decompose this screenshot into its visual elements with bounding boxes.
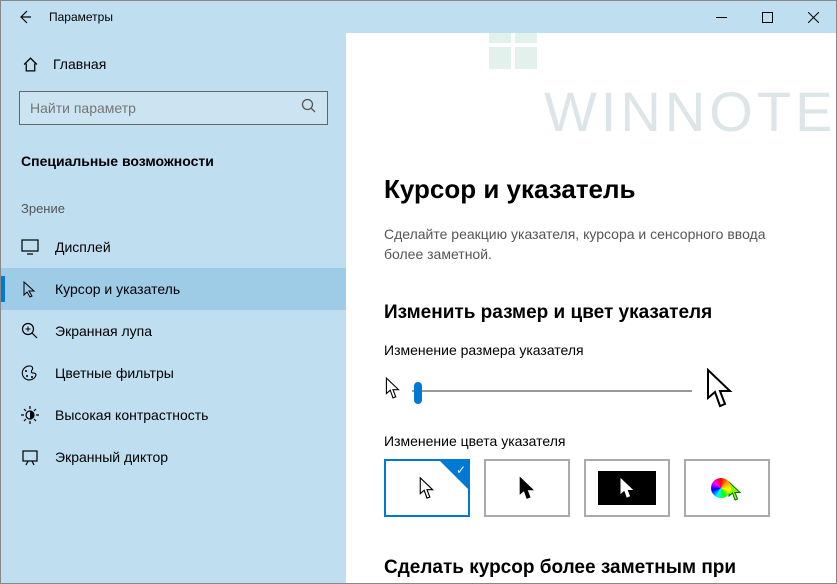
home-link[interactable]: Главная <box>1 45 346 83</box>
pointer-large-icon <box>702 368 738 413</box>
sidebar-item-label: Курсор и указатель <box>55 281 180 297</box>
magnifier-icon <box>21 322 39 340</box>
sidebar-item-label: Экранный диктор <box>55 449 168 465</box>
sidebar: Главная Специальные возможности Зрение Д… <box>1 33 346 583</box>
pointer-small-icon <box>384 377 402 404</box>
sidebar-item-colorfilters[interactable]: Цветные фильтры <box>1 352 346 394</box>
watermark-text: WINNOTE.RU <box>544 79 836 144</box>
sidebar-item-label: Цветные фильтры <box>55 365 174 381</box>
sidebar-item-narrator[interactable]: Экранный диктор <box>1 436 346 478</box>
search-input[interactable] <box>30 100 270 116</box>
main-content: WINNOTE.RU Курсор и указатель Сделайте р… <box>346 33 836 583</box>
sidebar-item-label: Высокая контрастность <box>55 407 208 423</box>
window-title: Параметры <box>49 10 113 24</box>
watermark-logo <box>489 33 537 69</box>
section-title: Изменить размер и цвет указателя <box>384 302 798 324</box>
window-controls <box>698 1 836 33</box>
search-box[interactable] <box>19 91 328 125</box>
sidebar-item-label: Дисплей <box>55 239 111 255</box>
narrator-icon <box>21 448 39 466</box>
display-icon <box>21 238 39 256</box>
back-button[interactable] <box>1 1 49 33</box>
sidebar-item-highcontrast[interactable]: Высокая контрастность <box>1 394 346 436</box>
pointer-color-white[interactable] <box>384 459 470 517</box>
close-button[interactable] <box>790 1 836 33</box>
pointer-color-custom[interactable] <box>684 459 770 517</box>
pointer-size-label: Изменение размера указателя <box>384 342 798 358</box>
page-description: Сделайте реакцию указателя, курсора и се… <box>384 225 798 264</box>
home-icon <box>21 55 39 73</box>
sidebar-item-display[interactable]: Дисплей <box>1 226 346 268</box>
page-title: Курсор и указатель <box>384 174 798 205</box>
sidebar-item-label: Экранная лупа <box>55 323 152 339</box>
contrast-icon <box>21 406 39 424</box>
maximize-button[interactable] <box>744 1 790 33</box>
cursor-icon <box>21 280 39 298</box>
group-label: Зрение <box>1 179 346 226</box>
search-icon <box>301 98 317 119</box>
section-title: Сделать курсор более заметным при вводе <box>384 557 798 583</box>
minimize-button[interactable] <box>698 1 744 33</box>
sidebar-item-cursor[interactable]: Курсор и указатель <box>1 268 346 310</box>
palette-icon <box>21 364 39 382</box>
pointer-color-label: Изменение цвета указателя <box>384 433 798 449</box>
pointer-size-slider[interactable] <box>412 379 692 403</box>
sidebar-item-magnifier[interactable]: Экранная лупа <box>1 310 346 352</box>
arrow-left-icon <box>17 9 33 25</box>
category-label: Специальные возможности <box>1 143 346 179</box>
pointer-color-black[interactable] <box>484 459 570 517</box>
selected-check-icon <box>440 461 468 489</box>
home-label: Главная <box>53 56 106 72</box>
pointer-color-inverted[interactable] <box>584 459 670 517</box>
